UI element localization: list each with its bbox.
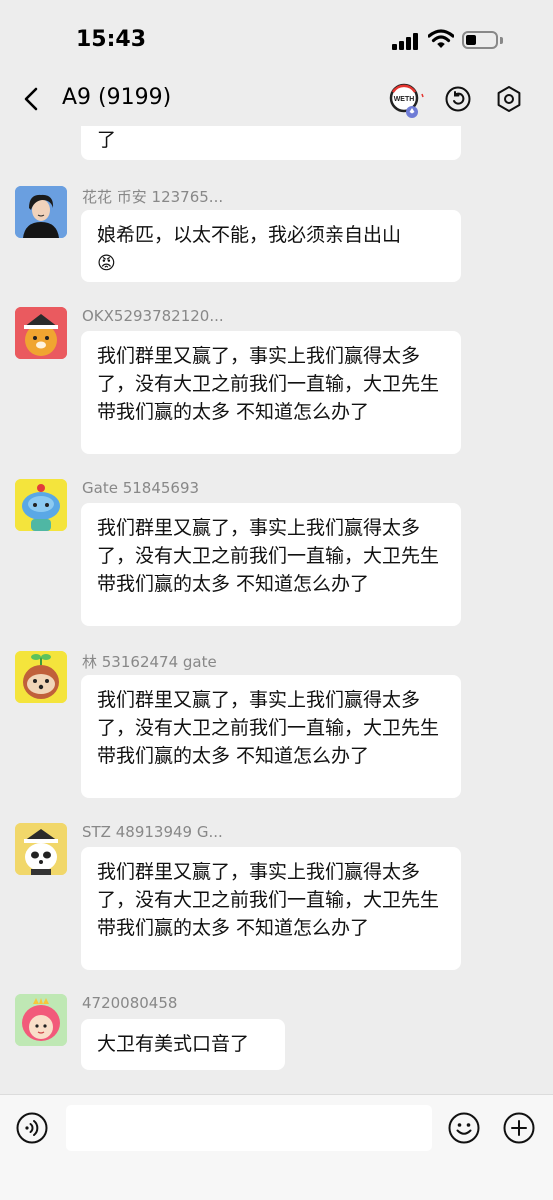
chevron-left-icon[interactable]	[16, 82, 48, 116]
message-text: 我们群里又赢了，事实上我们赢得太多了，没有大卫之前我们一直输，大卫先生带我们赢的…	[97, 345, 440, 423]
battery-tip	[500, 37, 503, 44]
plus-icon[interactable]	[503, 1112, 535, 1144]
avatar[interactable]	[15, 479, 67, 531]
status-time: 15:43	[76, 27, 147, 52]
input-bar	[0, 1094, 553, 1200]
cellular-signal-icon	[392, 32, 422, 50]
avatar[interactable]	[15, 186, 67, 238]
sender-name[interactable]: 林 53162474 gate	[82, 651, 217, 672]
settings-icon[interactable]	[494, 84, 524, 114]
message-text: 了	[97, 129, 117, 151]
message-text: 大卫有美式口音了	[97, 1033, 250, 1055]
weth-badge-text: WETH	[394, 96, 415, 103]
message-text: 娘希匹，以太不能，我必须亲自出山	[97, 224, 402, 246]
sender-name[interactable]: Gate 51845693	[82, 479, 199, 497]
weth-token-icon[interactable]: WETH	[386, 80, 428, 122]
avatar[interactable]	[15, 307, 67, 359]
message-bubble[interactable]: 大卫有美式口音了	[81, 1019, 285, 1070]
avatar-raccoon-sprout-icon	[15, 651, 67, 703]
message-bubble[interactable]: 我们群里又赢了，事实上我们赢得太多了，没有大卫之前我们一直输，大卫先生带我们赢的…	[81, 847, 461, 970]
message-input[interactable]	[66, 1105, 432, 1151]
voice-icon[interactable]	[16, 1112, 48, 1144]
battery-icon	[462, 31, 498, 49]
avatar[interactable]	[15, 651, 67, 703]
refresh-icon[interactable]	[443, 84, 473, 114]
avatar-blue-creature-icon	[15, 479, 67, 531]
message-bubble[interactable]: 我们群里又赢了，事实上我们赢得太多了，没有大卫之前我们一直输，大卫先生带我们赢的…	[81, 675, 461, 798]
message-text: 我们群里又赢了，事实上我们赢得太多了，没有大卫之前我们一直输，大卫先生带我们赢的…	[97, 689, 440, 767]
chat-header: A9 (9199) WETH	[0, 74, 553, 124]
status-bar: 15:43	[0, 0, 553, 80]
message-bubble[interactable]: 了	[81, 126, 461, 160]
avatar-pirate-panda-icon	[15, 823, 67, 875]
sender-name[interactable]: STZ 48913949 G...	[82, 823, 223, 841]
avatar[interactable]	[15, 994, 67, 1046]
sender-name[interactable]: 4720080458	[82, 994, 177, 1012]
message-text: 我们群里又赢了，事实上我们赢得太多了，没有大卫之前我们一直输，大卫先生带我们赢的…	[97, 861, 440, 939]
message-text: 我们群里又赢了，事实上我们赢得太多了，没有大卫之前我们一直输，大卫先生带我们赢的…	[97, 517, 440, 595]
sender-name[interactable]: 花花 币安 123765...	[82, 186, 223, 207]
battery-level	[466, 35, 476, 45]
avatar-pirate-bear-icon	[15, 307, 67, 359]
avatar[interactable]	[15, 823, 67, 875]
message-bubble[interactable]: 娘希匹，以太不能，我必须亲自出山 😡	[81, 210, 461, 282]
avatar-man-icon	[15, 186, 67, 238]
wifi-icon	[428, 29, 454, 48]
message-bubble[interactable]: 我们群里又赢了，事实上我们赢得太多了，没有大卫之前我们一直输，大卫先生带我们赢的…	[81, 331, 461, 454]
message-bubble[interactable]: 我们群里又赢了，事实上我们赢得太多了，没有大卫之前我们一直输，大卫先生带我们赢的…	[81, 503, 461, 626]
message-list[interactable]: 了 花花 币安 123765... 娘希匹，以太不能，我必须亲自出山 😡 OKX…	[0, 126, 553, 1094]
angry-emoji-icon: 😡	[97, 253, 116, 274]
emoji-icon[interactable]	[448, 1112, 480, 1144]
avatar-princess-icon	[15, 994, 67, 1046]
sender-name[interactable]: OKX5293782120...	[82, 307, 224, 325]
chat-title: A9 (9199)	[62, 85, 172, 110]
